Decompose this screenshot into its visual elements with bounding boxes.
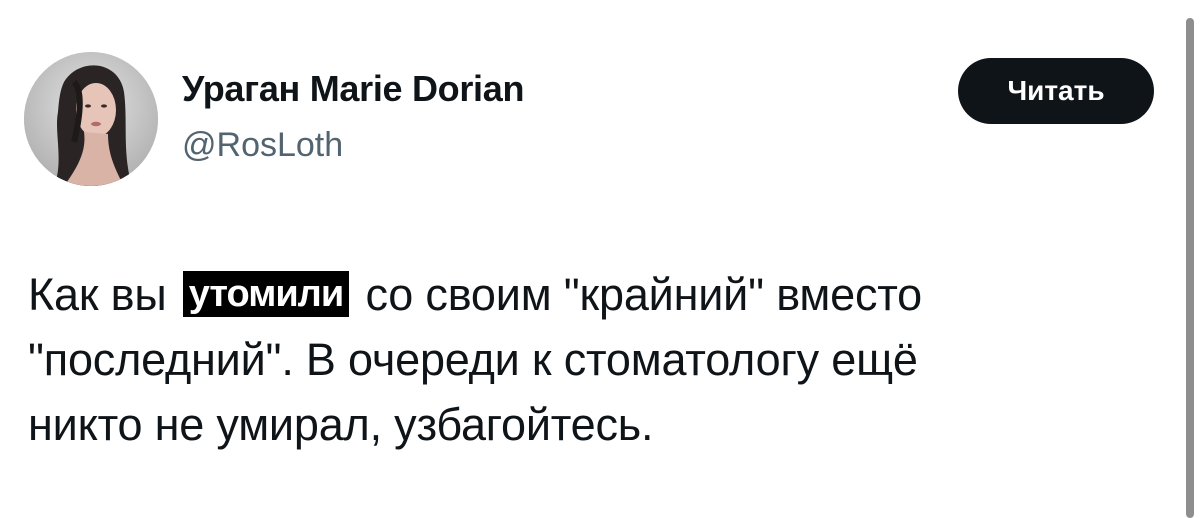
profile-photo-icon <box>24 52 158 186</box>
tweet-text: Как вы утомили со своим "крайний" вместо… <box>28 262 1108 457</box>
tweet-card: Ураган Marie Dorian @RosLoth Читать Как … <box>0 0 1202 518</box>
tweet-text-line-1: Как вы утомили со своим "крайний" вместо <box>28 262 1108 327</box>
tweet-text-segment: Как вы <box>28 269 167 320</box>
read-button[interactable]: Читать <box>958 58 1154 124</box>
tweet-text-line-3: никто не умирал, узбагойтесь. <box>28 399 654 450</box>
author-handle[interactable]: @RosLoth <box>182 126 343 165</box>
avatar[interactable] <box>24 52 158 186</box>
author-display-name[interactable]: Ураган Marie Dorian <box>182 68 524 110</box>
tweet-text-segment: со своим "крайний" вместо <box>365 269 923 320</box>
scrollbar[interactable] <box>1186 18 1194 518</box>
tweet-text-line-2: "последний". В очереди к стоматологу ещё <box>28 334 918 385</box>
highlighted-word: утомили <box>182 271 350 317</box>
